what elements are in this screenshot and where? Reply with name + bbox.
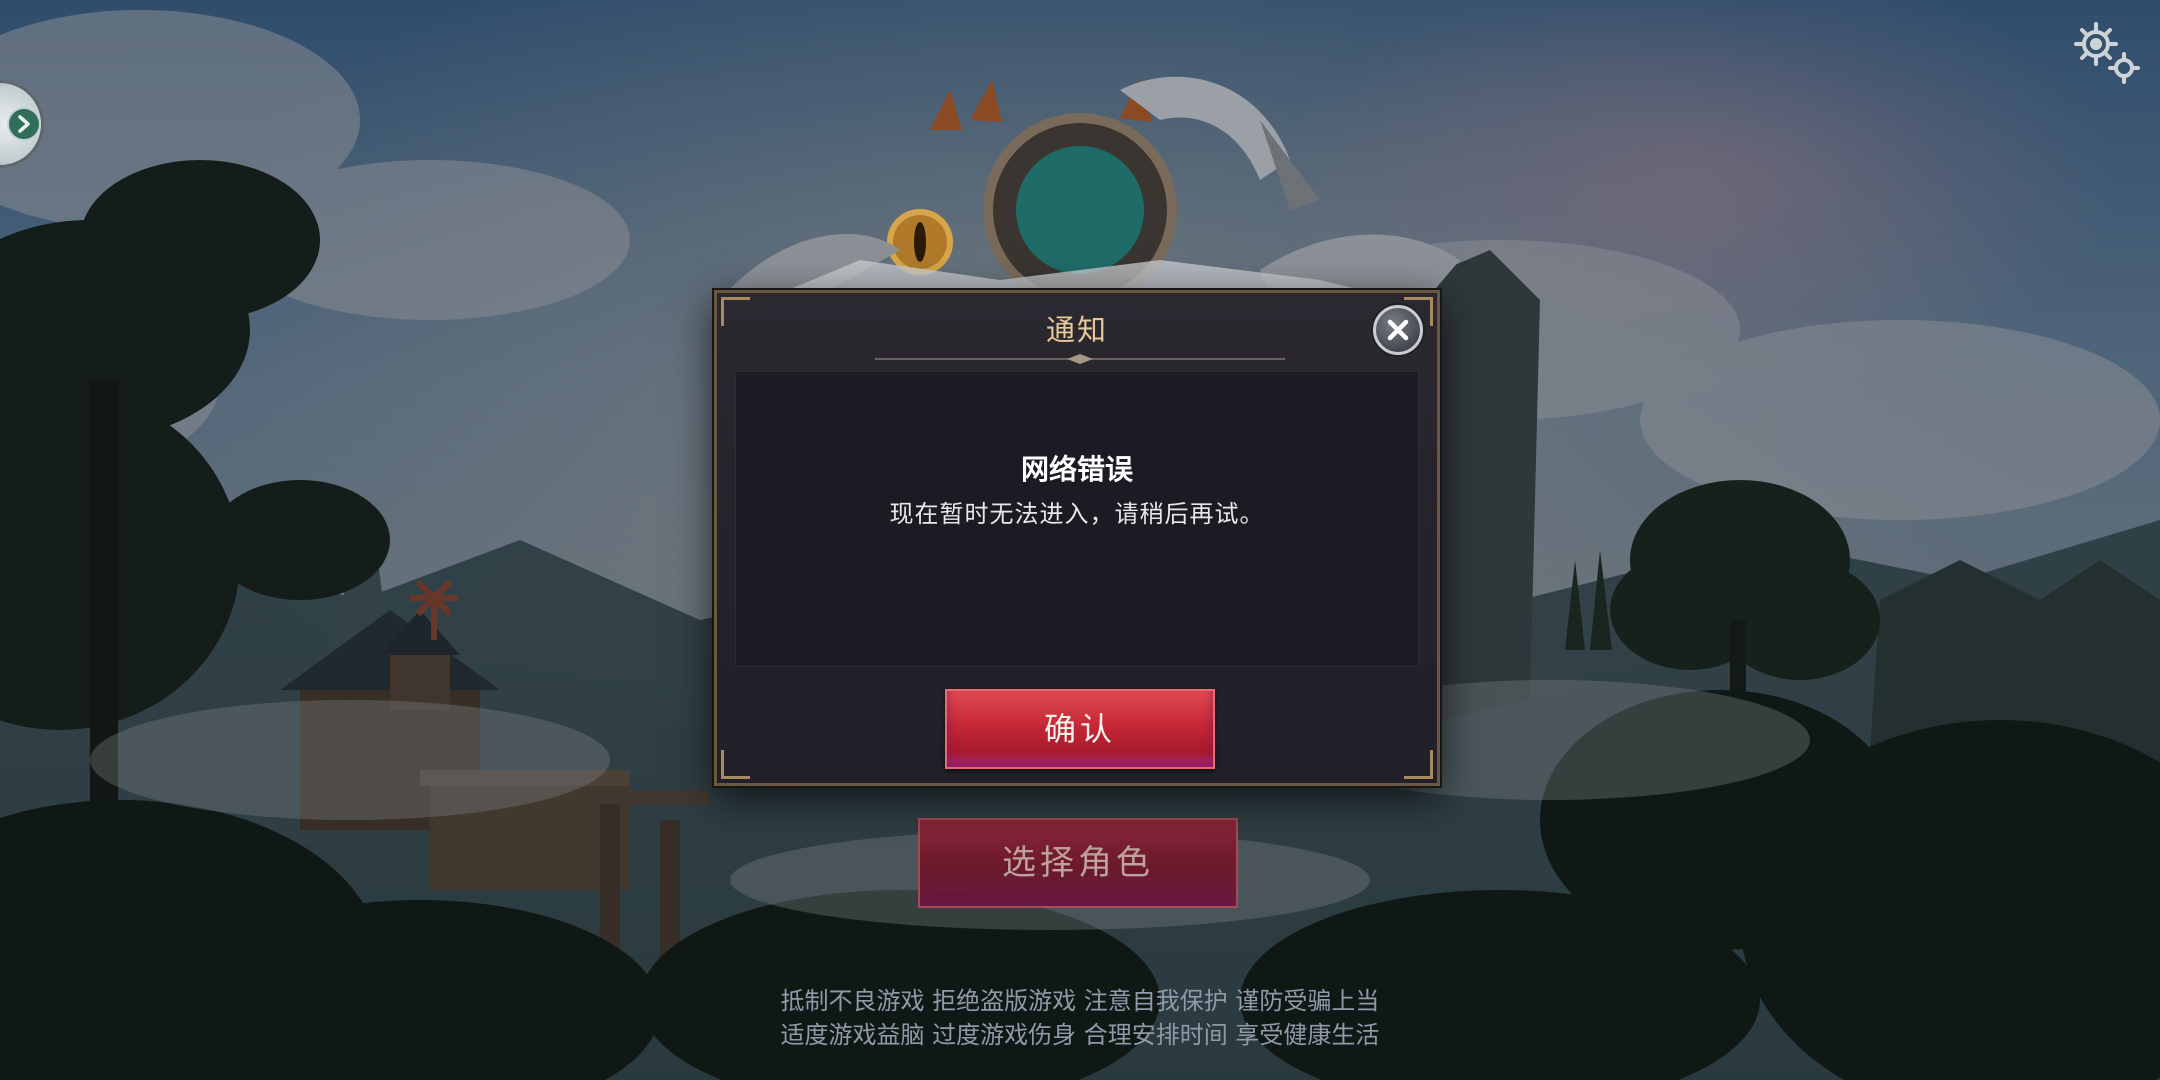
confirm-button[interactable]: 确认 — [945, 689, 1215, 769]
chevron-right-icon — [7, 107, 41, 141]
dialog-corner-ornament — [1404, 750, 1433, 779]
dialog-message-panel: 网络错误 现在暂时无法进入，请稍后再试。 — [735, 371, 1419, 667]
health-notice-line-2: 适度游戏益脑 过度游戏伤身 合理安排时间 享受健康生活 — [780, 1021, 1380, 1049]
close-button[interactable] — [1373, 305, 1423, 355]
settings-button[interactable] — [2070, 18, 2142, 88]
close-icon — [1387, 319, 1409, 341]
notification-dialog: 通知 网络错误 现在暂时无法进入，请稍后再试。 确认 — [714, 290, 1440, 786]
health-gaming-notice: 抵制不良游戏 拒绝盗版游戏 注意自我保护 谨防受骗上当 适度游戏益脑 过度游戏伤… — [0, 984, 2160, 1052]
health-notice-line-1: 抵制不良游戏 拒绝盗版游戏 注意自我保护 谨防受骗上当 — [780, 987, 1380, 1015]
error-title: 网络错误 — [1020, 453, 1133, 486]
select-role-button[interactable]: 选择角色 — [918, 818, 1238, 908]
dialog-title: 通知 — [1045, 313, 1108, 347]
gear-icon — [2074, 22, 2140, 84]
dialog-corner-ornament — [721, 750, 750, 779]
error-message: 现在暂时无法进入，请稍后再试。 — [889, 500, 1265, 528]
title-divider — [875, 354, 1285, 364]
game-screen: 选择角色 抵制不良游戏 拒绝盗版游戏 注意自我保护 谨防受骗上当 适度游戏益脑 … — [0, 0, 2160, 1080]
